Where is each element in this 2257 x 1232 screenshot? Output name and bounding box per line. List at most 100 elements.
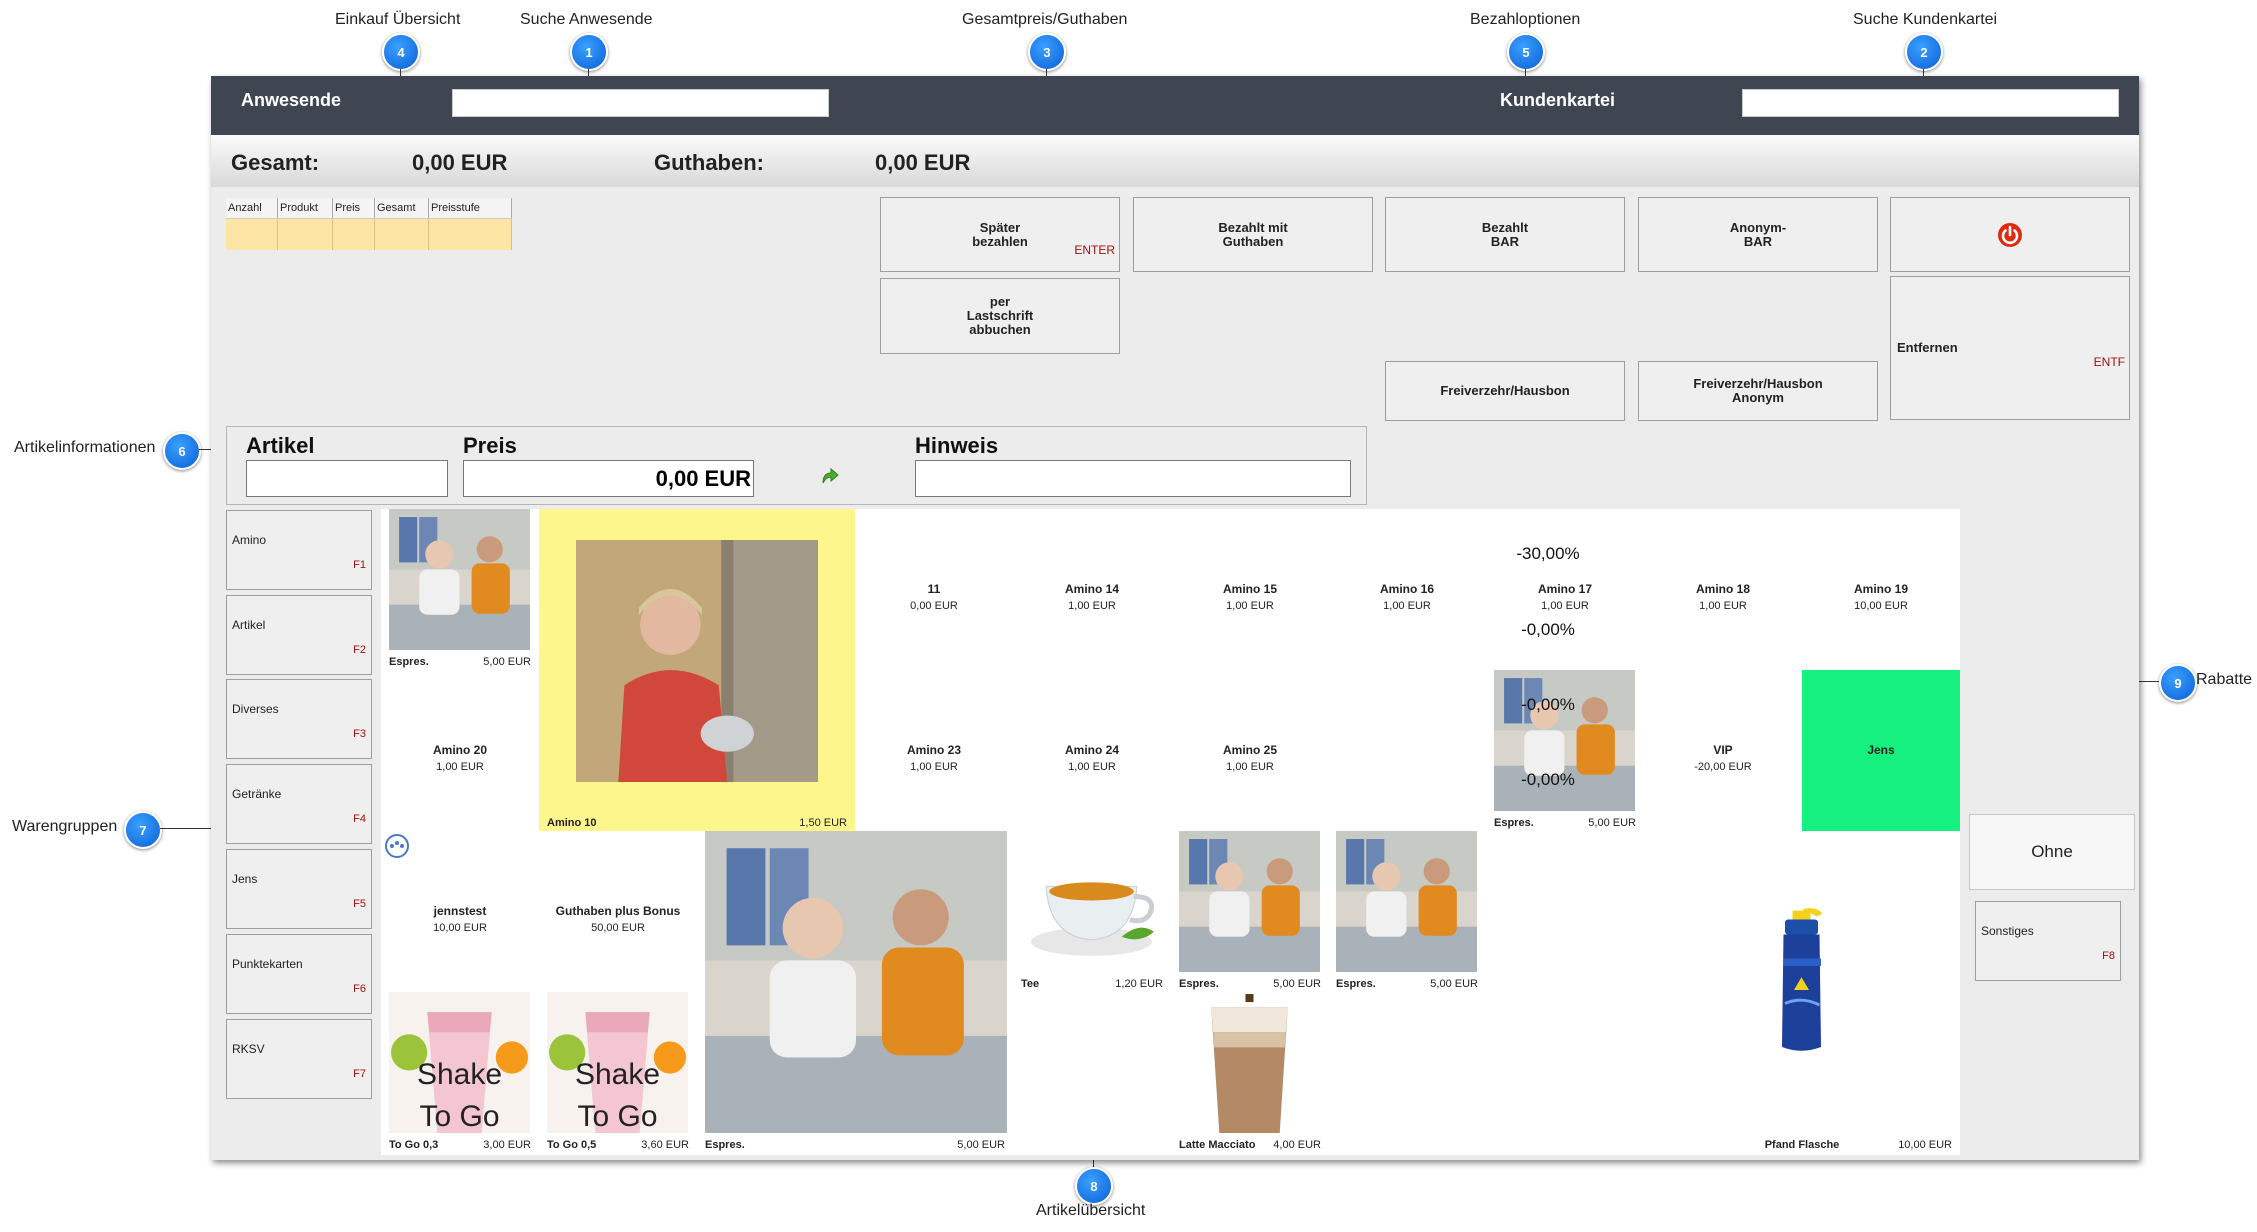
product-amino-24-tile[interactable]: Amino 24 1,00 EUR <box>1013 670 1171 831</box>
annotation-badge-7: 7 <box>124 811 162 849</box>
annotation-label-6: Artikelinformationen <box>14 439 156 456</box>
product-jens-tile[interactable]: Jens <box>1802 670 1960 831</box>
credit-value: 0,00 EUR <box>875 150 971 175</box>
annotation-label-7: Warengruppen <box>12 818 118 835</box>
product-tee-tile[interactable]: Tee 1,20 EUR <box>1013 831 1171 992</box>
discount-option[interactable]: -30,00% <box>1473 544 1623 564</box>
product-amino-15-tile[interactable]: Amino 15 1,00 EUR <box>1171 509 1329 670</box>
product-amino-16-tile[interactable]: Amino 16 1,00 EUR <box>1328 509 1486 670</box>
product-vip-tile[interactable]: VIP -20,00 EUR <box>1644 670 1802 831</box>
product-jennstest-tile[interactable]: jennstest 10,00 EUR <box>381 831 539 992</box>
group-getraenke-button[interactable]: Getränke F4 <box>226 764 372 844</box>
discount-option[interactable]: -0,00% <box>1473 770 1623 790</box>
discount-option[interactable]: -0,00% <box>1473 620 1623 640</box>
cart-col-product[interactable]: Produkt <box>277 198 333 219</box>
annotation-badge-5: 5 <box>1507 33 1545 71</box>
group-sonstiges-button[interactable]: Sonstiges F8 <box>1975 901 2121 981</box>
cart-table: Anzahl Produkt Preis Gesamt Preisstufe <box>226 198 512 250</box>
product-espres-tile[interactable]: Espres. 5,00 EUR <box>1171 831 1329 992</box>
people-photo-thumbnail <box>705 831 1007 1133</box>
product-11-tile[interactable]: 11 0,00 EUR <box>855 509 1013 670</box>
article-field[interactable] <box>246 460 448 497</box>
customer-label: Kundenkartei <box>1500 90 1616 110</box>
pay-with-credit-button[interactable]: Bezahlt mit Guthaben <box>1133 197 1373 272</box>
woman-photo-thumbnail <box>576 540 818 782</box>
totals-bar: Gesamt: 0,00 EUR Guthaben: 0,00 EUR <box>211 135 2139 187</box>
product-espres-large-tile[interactable]: Espres. 5,00 EUR <box>697 831 1013 1153</box>
discount-none-button[interactable]: Ohne <box>1969 814 2135 890</box>
product-amino-25-tile[interactable]: Amino 25 1,00 EUR <box>1171 670 1329 831</box>
annotation-badge-4: 4 <box>382 33 420 71</box>
annotation-label-2: Suche Kundenkartei <box>1853 11 1998 28</box>
people-photo-thumbnail <box>389 509 530 650</box>
product-latte-macciato-tile[interactable]: Latte Macciato 4,00 EUR <box>1171 992 1329 1153</box>
cart-col-quantity[interactable]: Anzahl <box>226 198 278 219</box>
group-artikel-button[interactable]: Artikel F2 <box>226 595 372 675</box>
attendees-label: Anwesende <box>241 90 342 110</box>
pay-cash-anonymous-button[interactable]: Anonym- BAR <box>1638 197 1878 272</box>
tea-cup-image <box>1021 831 1162 972</box>
product-to-go-03-tile[interactable]: Shake To Go To Go 0,3 3,00 EUR <box>381 992 539 1153</box>
product-to-go-05-tile[interactable]: Shake To Go To Go 0,5 3,60 EUR <box>539 992 697 1153</box>
group-amino-button[interactable]: Amino F1 <box>226 510 372 590</box>
group-jens-button[interactable]: Jens F5 <box>226 849 372 929</box>
people-photo-thumbnail <box>1336 831 1477 972</box>
product-pfand-flasche-tile[interactable]: Pfand Flasche 10,00 EUR <box>1644 831 1960 1153</box>
people-photo-thumbnail <box>1179 831 1320 972</box>
product-amino-23-tile[interactable]: Amino 23 1,00 EUR <box>855 670 1013 831</box>
remove-button[interactable]: Entfernen ENTF <box>1890 276 2130 420</box>
annotation-label-5: Bezahloptionen <box>1470 11 1581 28</box>
cart-col-price-level[interactable]: Preisstufe <box>428 198 512 219</box>
discount-option[interactable]: -0,00% <box>1473 695 1623 715</box>
product-amino-14-tile[interactable]: Amino 14 1,00 EUR <box>1013 509 1171 670</box>
annotation-label-9: Rabatte <box>2196 671 2253 688</box>
article-label: Artikel <box>246 433 315 458</box>
product-amino-10-tile[interactable]: Amino 10 1,50 EUR <box>539 509 855 831</box>
total-value: 0,00 EUR <box>412 150 508 175</box>
power-icon <box>1998 222 2022 247</box>
pay-direct-debit-button[interactable]: per Lastschrift abbuchen <box>880 278 1120 354</box>
product-amino-17-tile[interactable]: Amino 17 1,00 EUR <box>1486 509 1644 670</box>
annotation-badge-9: 9 <box>2159 664 2197 702</box>
cart-col-price[interactable]: Preis <box>332 198 375 219</box>
credit-label: Guthaben: <box>654 150 764 175</box>
product-amino-20-tile[interactable]: Amino 20 1,00 EUR <box>381 670 539 831</box>
annotation-label-1: Suche Anwesende <box>520 11 653 28</box>
annotation-badge-8: 8 <box>1075 1167 1113 1205</box>
product-amino-18-tile[interactable]: Amino 18 1,00 EUR <box>1644 509 1802 670</box>
attendees-search-input[interactable] <box>452 89 829 117</box>
group-rksv-button[interactable]: RKSV F7 <box>226 1019 372 1099</box>
product-grid: Espres. 5,00 EUR Amino 10 1,50 EUR 11 0,00 … <box>381 509 1960 1155</box>
product-amino-19-tile[interactable]: Amino 19 10,00 EUR <box>1802 509 1960 670</box>
enter-key-hint: ENTER <box>1074 243 1115 257</box>
free-consumption-anonymous-button[interactable]: Freiverzehr/Hausbon Anonym <box>1638 361 1878 421</box>
free-consumption-button[interactable]: Freiverzehr/Hausbon <box>1385 361 1625 421</box>
product-espres-tile[interactable]: Espres. 5,00 EUR <box>381 509 539 670</box>
cart-row[interactable] <box>226 218 512 250</box>
hint-field[interactable] <box>915 460 1351 497</box>
price-field[interactable] <box>463 460 754 497</box>
annotation-badge-2: 2 <box>1905 33 1943 71</box>
product-guthaben-plus-bonus-tile[interactable]: Guthaben plus Bonus 50,00 EUR <box>539 831 697 992</box>
annotation-badge-1: 1 <box>570 33 608 71</box>
price-label: Preis <box>463 433 517 458</box>
annotation-label-8: Artikelübersicht <box>1036 1202 1146 1219</box>
annotation-badge-6: 6 <box>163 432 201 470</box>
total-label: Gesamt: <box>231 150 320 175</box>
annotation-label-3: Gesamtpreis/Guthaben <box>962 11 1128 28</box>
pos-window: Anwesende Kundenkartei Gesamt: 0,00 EUR … <box>211 76 2139 1160</box>
reload-arrow-icon[interactable] <box>818 465 840 487</box>
pay-cash-button[interactable]: Bezahlt BAR <box>1385 197 1625 272</box>
power-button[interactable] <box>1890 197 2130 272</box>
customer-search-input[interactable] <box>1742 89 2119 117</box>
product-espres-tile[interactable]: Espres. 5,00 EUR <box>1328 831 1486 992</box>
cart-col-total[interactable]: Gesamt <box>374 198 429 219</box>
pay-later-button[interactable]: Später bezahlen ENTER <box>880 197 1120 272</box>
group-diverses-button[interactable]: Diverses F3 <box>226 679 372 759</box>
annotation-label-4: Einkauf Übersicht <box>335 11 461 28</box>
annotation-badge-3: 3 <box>1028 33 1066 71</box>
hint-label: Hinweis <box>915 433 999 458</box>
group-punktekarten-button[interactable]: Punktekarten F6 <box>226 934 372 1014</box>
article-info-panel: Artikel Preis Hinweis <box>226 426 1367 505</box>
latte-glass-image <box>1179 992 1320 1133</box>
